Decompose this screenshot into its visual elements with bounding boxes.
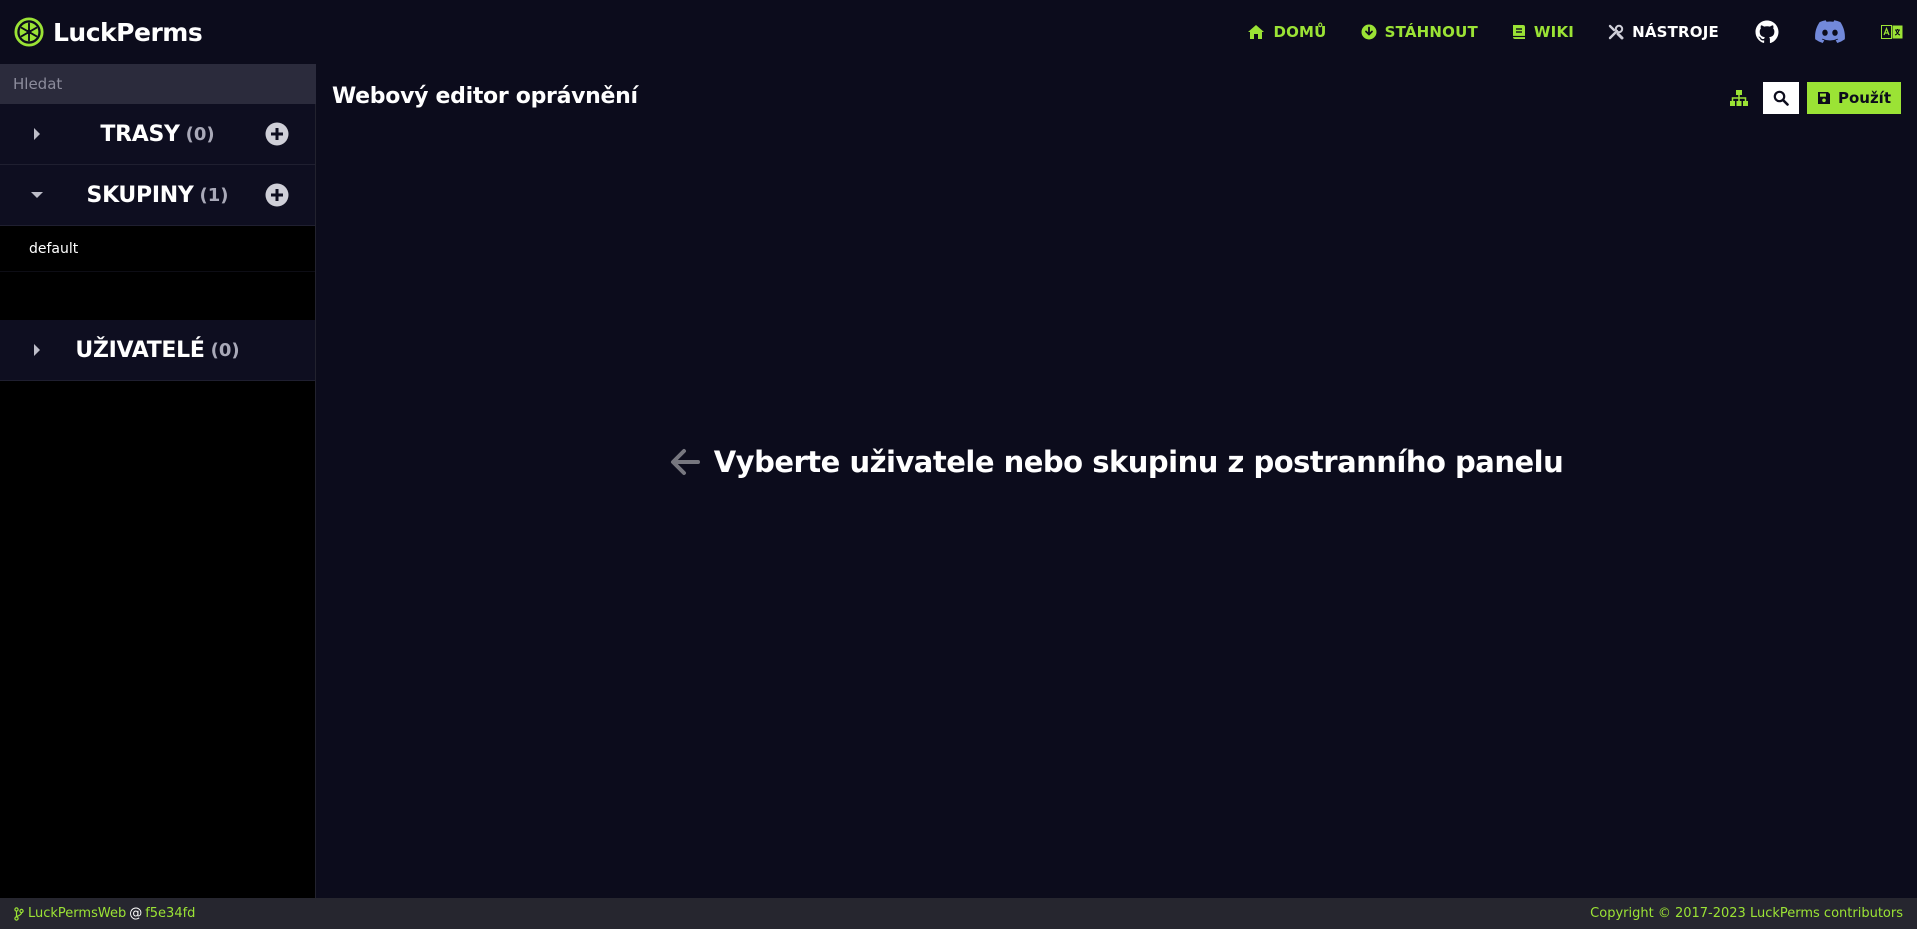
nav-tools[interactable]: NÁSTROJE: [1608, 0, 1719, 64]
brand-name: LuckPerms: [53, 17, 203, 47]
footer-at: @: [129, 906, 143, 921]
section-users[interactable]: UŽIVATELÉ (0): [0, 320, 315, 381]
github-icon: [1755, 20, 1779, 44]
apply-button[interactable]: Použít: [1806, 82, 1901, 114]
nav-language[interactable]: [1881, 25, 1903, 39]
section-groups-count: (1): [199, 184, 229, 206]
footer-version: LuckPermsWeb @ f5e34fd: [14, 906, 195, 921]
sidebar: TRASY (0) SKUPINY (1) default UŽIVATEL: [0, 64, 316, 898]
sitemap-icon: [1729, 90, 1748, 106]
home-icon: [1248, 25, 1265, 39]
footer-copyright[interactable]: Copyright © 2017-2023 LuckPerms contribu…: [1590, 906, 1903, 921]
nav-home[interactable]: DOMŮ: [1247, 0, 1326, 64]
section-tracks[interactable]: TRASY (0): [0, 104, 315, 165]
search-button[interactable]: [1762, 82, 1799, 114]
main-nav: DOMŮ STÁHNOUT WIKI NÁSTROJE: [1213, 0, 1917, 64]
add-group-button[interactable]: [265, 183, 289, 207]
add-track-button[interactable]: [265, 122, 289, 146]
nav-discord[interactable]: [1815, 20, 1845, 44]
section-groups[interactable]: SKUPINY (1): [0, 165, 315, 226]
search-input[interactable]: [0, 64, 316, 104]
search-icon: [1773, 90, 1789, 106]
code-branch-icon: [14, 906, 24, 921]
arrow-left-icon: [670, 449, 700, 475]
nav-tools-label: NÁSTROJE: [1632, 23, 1719, 41]
plus-circle-icon: [265, 122, 289, 146]
section-users-count: (0): [210, 339, 240, 361]
editor-toolbar: Použít: [1723, 82, 1901, 114]
group-list: default: [0, 226, 315, 272]
tools-icon: [1608, 24, 1624, 40]
footer-commit-link[interactable]: f5e34fd: [145, 906, 195, 921]
footer-repo-link[interactable]: LuckPermsWeb: [28, 906, 126, 921]
nav-download-label: STÁHNOUT: [1384, 23, 1478, 41]
caret-down-icon[interactable]: [29, 187, 45, 203]
section-tracks-title: TRASY: [100, 121, 180, 147]
download-icon: [1361, 24, 1377, 40]
save-icon: [1817, 92, 1830, 104]
nav-download[interactable]: STÁHNOUT: [1361, 0, 1478, 64]
plus-circle-icon: [265, 183, 289, 207]
group-list-spacer: [0, 272, 315, 320]
nav-wiki[interactable]: WIKI: [1512, 0, 1574, 64]
main-content: Webový editor oprávnění Použít Vyberte u…: [316, 64, 1917, 898]
book-icon: [1512, 25, 1525, 39]
discord-icon: [1815, 20, 1845, 43]
apply-button-label: Použít: [1837, 89, 1891, 107]
nav-wiki-label: WIKI: [1533, 23, 1575, 41]
empty-state: Vyberte uživatele nebo skupinu z postran…: [316, 442, 1917, 482]
brand[interactable]: LuckPerms: [0, 0, 203, 64]
luckperms-logo-icon: [14, 17, 44, 47]
nav-github[interactable]: [1755, 20, 1779, 44]
section-users-title: UŽIVATELÉ: [75, 337, 205, 363]
list-item-group[interactable]: default: [0, 226, 315, 272]
page-title: Webový editor oprávnění: [332, 84, 638, 109]
language-icon: [1881, 25, 1903, 39]
footer: LuckPermsWeb @ f5e34fd Copyright © 2017-…: [0, 898, 1917, 929]
caret-right-icon[interactable]: [29, 342, 45, 358]
top-header: LuckPerms DOMŮ STÁHNOUT WIKI NÁSTROJE: [0, 0, 1917, 64]
caret-right-icon[interactable]: [29, 126, 45, 142]
section-tracks-count: (0): [185, 123, 215, 145]
nav-home-label: DOMŮ: [1273, 23, 1327, 41]
empty-state-message: Vyberte uživatele nebo skupinu z postran…: [713, 445, 1564, 479]
tree-view-button[interactable]: [1723, 82, 1755, 114]
section-groups-title: SKUPINY: [86, 182, 194, 208]
